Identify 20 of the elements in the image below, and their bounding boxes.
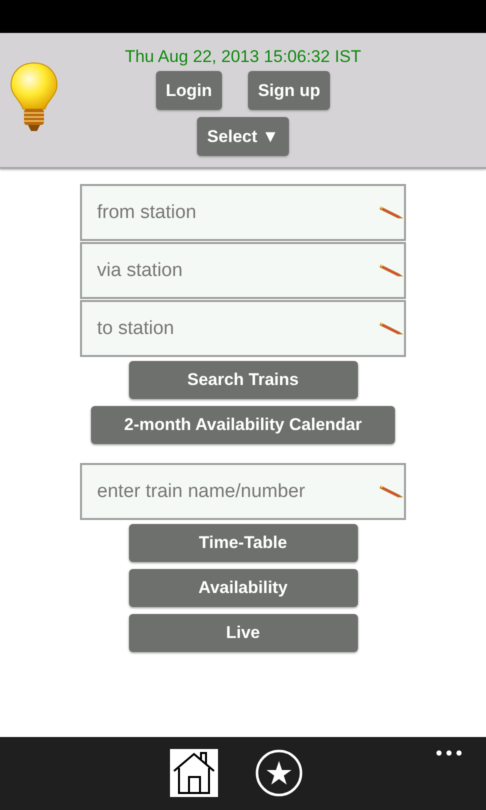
- station-field[interactable]: from station: [80, 184, 406, 241]
- pencil-icon: [379, 263, 403, 277]
- station-field[interactable]: to station: [80, 300, 406, 357]
- select-dropdown[interactable]: Select ▼: [197, 117, 289, 156]
- train-action-button[interactable]: Time-Table: [128, 524, 358, 562]
- train-action-button[interactable]: Availability: [128, 569, 358, 607]
- pencil-icon: [379, 484, 403, 498]
- station-field[interactable]: via station: [80, 242, 406, 299]
- light-bulb-icon: [9, 61, 59, 133]
- train-field[interactable]: enter train name/number: [80, 463, 406, 520]
- pencil-icon: [379, 205, 403, 219]
- home-icon[interactable]: [170, 749, 218, 797]
- more-icon[interactable]: [436, 750, 462, 756]
- search-trains-button[interactable]: Search Trains: [128, 361, 358, 399]
- header-button[interactable]: Login: [156, 71, 222, 110]
- date-time-text: Thu Aug 22, 2013 15:06:32 IST: [124, 47, 362, 67]
- pencil-icon: [379, 321, 403, 335]
- train-action-button[interactable]: Live: [128, 614, 358, 652]
- calendar-button[interactable]: 2-month Availability Calendar: [91, 406, 395, 444]
- header-button[interactable]: Sign up: [248, 71, 330, 110]
